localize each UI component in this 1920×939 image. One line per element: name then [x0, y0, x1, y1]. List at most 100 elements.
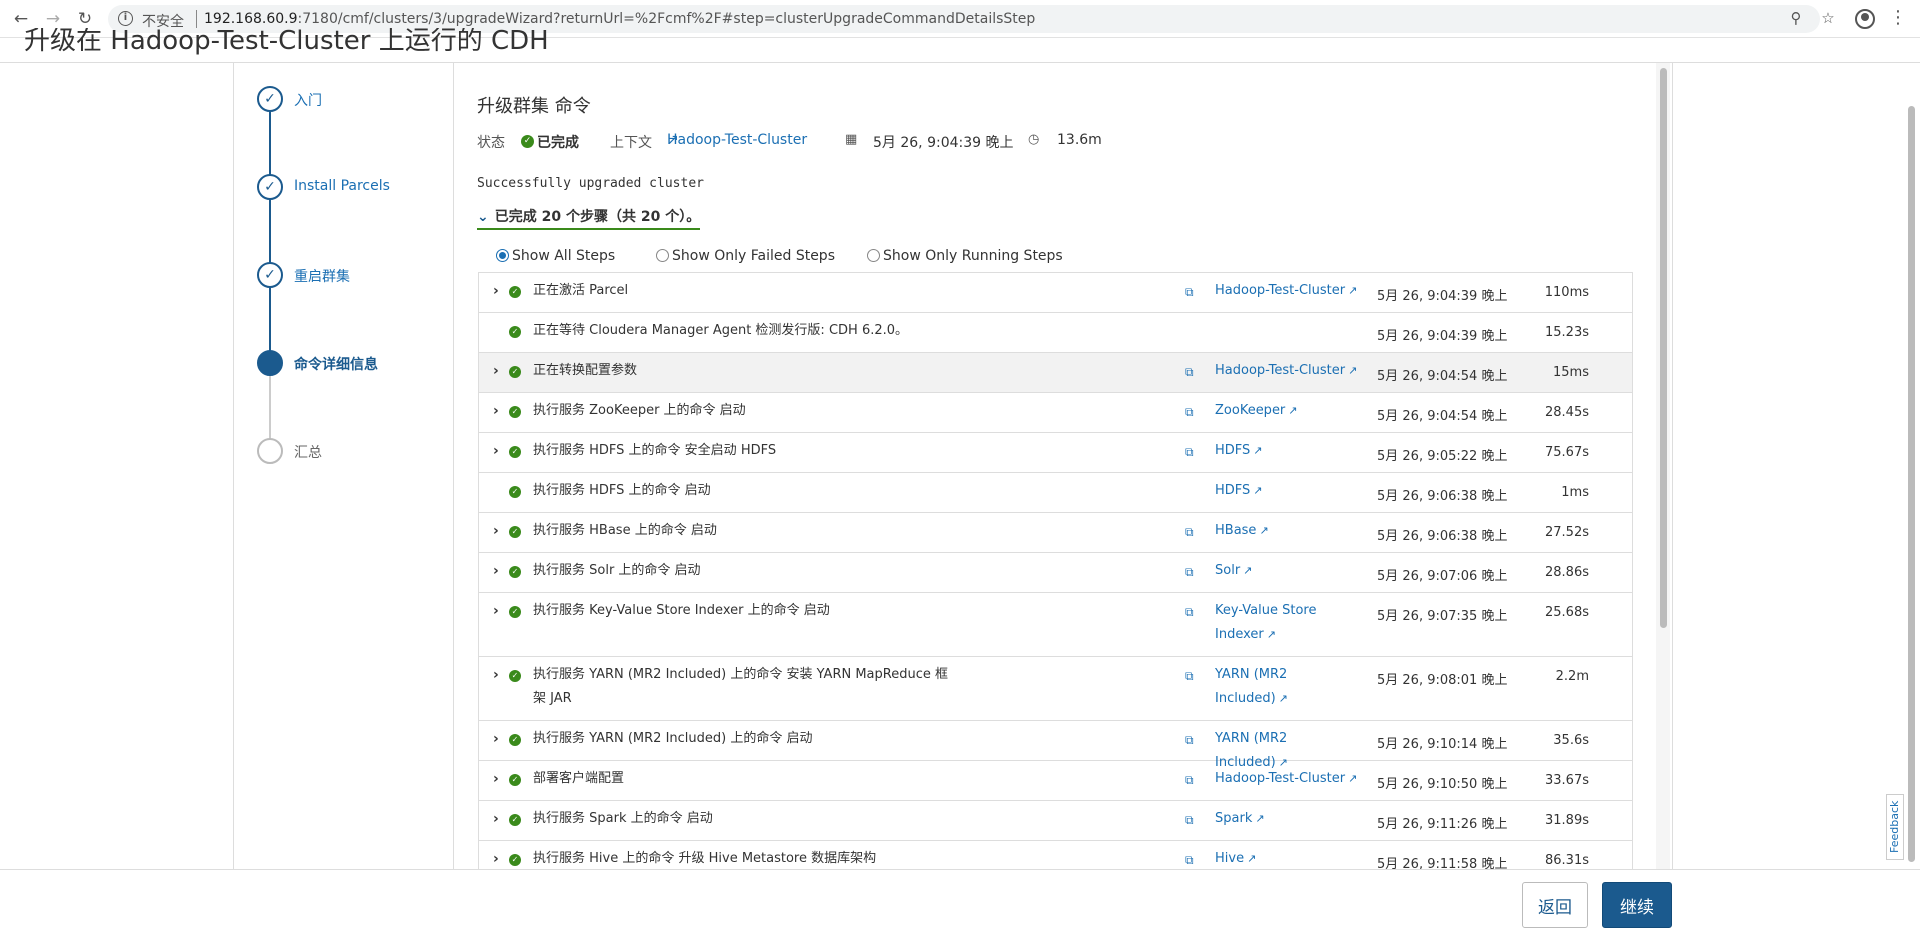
step-row[interactable]: ✓ 执行服务 HDFS 上的命令 启动 HDFS ↗ 5月 26, 9:06:38 晚上… [479, 473, 1632, 513]
expand-chevron-icon[interactable]: › [493, 603, 499, 619]
filter-show-all[interactable]: Show All Steps [496, 248, 615, 264]
expand-chevron-icon[interactable]: › [493, 771, 499, 787]
step-name: 部署客户端配置 [533, 771, 625, 786]
filter-show-failed[interactable]: Show Only Failed Steps [656, 248, 835, 264]
step-name: 执行服务 HDFS 上的命令 安全启动 HDFS [533, 443, 777, 458]
step-context-link[interactable]: Key-Value Store Indexer ↗ [1215, 599, 1363, 647]
external-link-icon: ↗ [1348, 772, 1358, 785]
step-duration: 1ms [1561, 485, 1589, 500]
step-duration: 110ms [1544, 285, 1589, 300]
step-context-link[interactable]: Hadoop-Test-Cluster ↗ [1215, 359, 1363, 383]
step-row[interactable]: › ✓ 部署客户端配置 ⧉ Hadoop-Test-Cluster ↗ 5月 26, 9:1… [479, 761, 1632, 801]
content-scrollbar-thumb[interactable] [1660, 68, 1667, 628]
step-context-link[interactable]: Hive ↗ [1215, 847, 1363, 870]
expand-chevron-icon[interactable]: › [493, 811, 499, 827]
calendar-icon: ▦ [845, 132, 858, 147]
success-check-icon: ✓ [509, 670, 521, 682]
step-name: 执行服务 ZooKeeper 上的命令 启动 [533, 403, 746, 418]
step-context-link[interactable]: YARN (MR2 Included) ↗ [1215, 663, 1363, 711]
step-context-text: YARN (MR2 Included) [1215, 667, 1288, 706]
step-time: 5月 26, 9:04:39 晚上 [1377, 289, 1508, 304]
step-time: 5月 26, 9:11:58 晚上 [1377, 857, 1508, 870]
feedback-tab[interactable]: Feedback [1886, 794, 1904, 860]
step-row[interactable]: › ✓ 执行服务 Solr 上的命令 启动 ⧉ Solr ↗ 5月 26, 9:07:06 … [479, 553, 1632, 593]
wizard-step-label: 命令详细信息 [294, 357, 378, 373]
step-context-link[interactable]: HBase ↗ [1215, 519, 1363, 543]
expand-chevron-icon[interactable]: › [493, 563, 499, 579]
separator [196, 10, 197, 28]
kebab-menu-icon[interactable]: ⋮ [1888, 7, 1908, 29]
star-icon[interactable]: ☆ [1818, 9, 1838, 27]
title-divider [0, 62, 1920, 63]
open-details-icon[interactable]: ⧉ [1185, 405, 1194, 420]
expand-chevron-icon[interactable]: › [493, 731, 499, 747]
step-time: 5月 26, 9:04:54 晚上 [1377, 409, 1508, 424]
step-name: 正在转换配置参数 [533, 363, 638, 378]
context-link-text: Hadoop-Test-Cluster [667, 132, 808, 148]
back-button[interactable]: 返回 [1522, 882, 1588, 928]
key-icon[interactable]: ⚲ [1786, 9, 1806, 27]
step-row[interactable]: › ✓ 执行服务 ZooKeeper 上的命令 启动 ⧉ ZooKeeper ↗ 5月 26… [479, 393, 1632, 433]
step-time: 5月 26, 9:04:54 晚上 [1377, 369, 1508, 384]
step-context-link[interactable]: Spark ↗ [1215, 807, 1363, 831]
step-row[interactable]: › ✓ 执行服务 HDFS 上的命令 安全启动 HDFS ⧉ HDFS ↗ 5月 26, 9… [479, 433, 1632, 473]
open-details-icon[interactable]: ⧉ [1185, 733, 1194, 748]
open-details-icon[interactable]: ⧉ [1185, 525, 1194, 540]
step-row[interactable]: › ✓ 执行服务 Spark 上的命令 启动 ⧉ Spark ↗ 5月 26, 9:11:2… [479, 801, 1632, 841]
back-arrow-icon[interactable]: ← [10, 8, 32, 30]
open-details-icon[interactable]: ⧉ [1185, 605, 1194, 620]
info-icon[interactable]: i [118, 11, 133, 26]
step-context-link[interactable]: Solr ↗ [1215, 559, 1363, 583]
url-text[interactable]: 192.168.60.9:7180/cmf/clusters/3/upgrade… [204, 11, 1035, 27]
open-details-icon[interactable]: ⧉ [1185, 565, 1194, 580]
steps-summary-toggle[interactable]: ⌄ 已完成 20 个步骤（共 20 个）。 [477, 206, 701, 230]
step-duration: 86.31s [1545, 853, 1589, 868]
open-details-icon[interactable]: ⧉ [1185, 813, 1194, 828]
step-row[interactable]: › ✓ 执行服务 HBase 上的命令 启动 ⧉ HBase ↗ 5月 26, 9:06:3… [479, 513, 1632, 553]
open-details-icon[interactable]: ⧉ [1185, 669, 1194, 684]
step-progress-line [269, 98, 271, 362]
expand-chevron-icon[interactable]: › [493, 667, 499, 683]
step-context-text: HBase [1215, 523, 1257, 538]
step-context-link[interactable]: HDFS ↗ [1215, 479, 1363, 503]
step-row[interactable]: ✓ 正在等待 Cloudera Manager Agent 检测发行版: CDH … [479, 313, 1632, 353]
wizard-border-right [1672, 63, 1673, 869]
expand-chevron-icon[interactable]: › [493, 523, 499, 539]
open-details-icon[interactable]: ⧉ [1185, 853, 1194, 868]
success-check-icon: ✓ [509, 486, 521, 498]
expand-chevron-icon[interactable]: › [493, 403, 499, 419]
wizard-border-left [233, 63, 234, 869]
continue-button[interactable]: 继续 [1602, 882, 1672, 928]
forward-arrow-icon[interactable]: → [42, 8, 64, 30]
open-details-icon[interactable]: ⧉ [1185, 445, 1194, 460]
step-time: 5月 26, 9:10:14 晚上 [1377, 737, 1508, 752]
step-row[interactable]: › ✓ 执行服务 Key-Value Store Indexer 上的命令 启动 ⧉ K… [479, 593, 1632, 657]
expand-chevron-icon[interactable]: › [493, 851, 499, 867]
expand-chevron-icon[interactable]: › [493, 363, 499, 379]
open-details-icon[interactable]: ⧉ [1185, 773, 1194, 788]
step-row[interactable]: › ✓ 正在激活 Parcel ⧉ Hadoop-Test-Cluster ↗ 5月 26,… [479, 273, 1632, 313]
expand-chevron-icon[interactable]: › [493, 283, 499, 299]
wizard-footer: 返回 继续 [0, 869, 1920, 939]
step-context-text: Spark [1215, 811, 1253, 826]
command-title: 升级群集 命令 [477, 96, 591, 117]
reload-icon[interactable]: ↻ [74, 8, 96, 30]
step-context-text: Hadoop-Test-Cluster [1215, 283, 1346, 298]
step-row[interactable]: › ✓ 执行服务 YARN (MR2 Included) 上的命令 安装 YARN … [479, 657, 1632, 721]
step-context-link[interactable]: Hadoop-Test-Cluster ↗ [1215, 279, 1363, 303]
step-duration: 27.52s [1545, 525, 1589, 540]
expand-chevron-icon[interactable]: › [493, 443, 499, 459]
steps-summary-text: 已完成 20 个步骤（共 20 个）。 [494, 209, 701, 225]
step-row[interactable]: › ✓ 正在转换配置参数 ⧉ Hadoop-Test-Cluster ↗ 5月 26, 9:… [479, 353, 1632, 393]
step-context-link[interactable]: ZooKeeper ↗ [1215, 399, 1363, 423]
open-details-icon[interactable]: ⧉ [1185, 285, 1194, 300]
step-row[interactable]: › ✓ 执行服务 Hive 上的命令 升级 Hive Metastore 数据库架构… [479, 841, 1632, 870]
success-check-icon: ✓ [509, 814, 521, 826]
profile-icon[interactable] [1855, 9, 1875, 29]
open-details-icon[interactable]: ⧉ [1185, 365, 1194, 380]
page-scrollbar-thumb[interactable] [1908, 106, 1915, 862]
step-row[interactable]: › ✓ 执行服务 YARN (MR2 Included) 上的命令 启动 ⧉ YARN … [479, 721, 1632, 770]
step-context-link[interactable]: HDFS ↗ [1215, 439, 1363, 463]
filter-show-running[interactable]: Show Only Running Steps [867, 248, 1063, 264]
step-context-link[interactable]: Hadoop-Test-Cluster ↗ [1215, 767, 1363, 791]
